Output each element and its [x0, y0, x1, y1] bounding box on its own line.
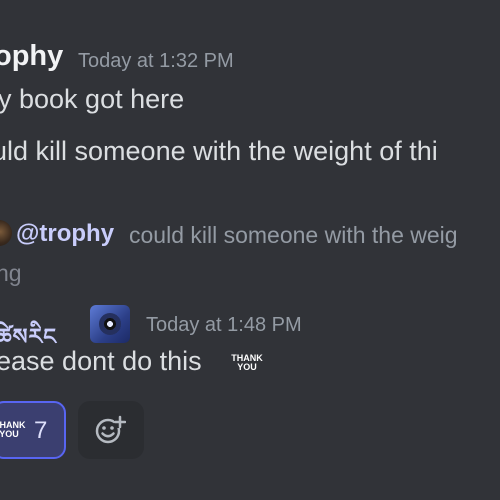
- reaction-button[interactable]: THANKYOU 7: [0, 401, 66, 459]
- message-timestamp: Today at 1:32 PM: [78, 50, 234, 72]
- chat-messages: ophy Today at 1:32 PM y book got here ul…: [0, 0, 500, 500]
- thank-you-emoji-icon: THANKYOU: [0, 420, 26, 439]
- reply-mention[interactable]: @trophy: [16, 220, 114, 248]
- reply-snippet[interactable]: could kill someone with the weig: [129, 222, 458, 249]
- message-text: y book got here: [0, 84, 185, 114]
- message-text: ng: [0, 260, 22, 286]
- message-text: uld kill someone with the weight of thi: [0, 136, 438, 166]
- reply-avatar[interactable]: [0, 220, 12, 246]
- reaction-count: 7: [34, 417, 48, 444]
- message-author[interactable]: ophy: [0, 40, 63, 73]
- add-reaction-button[interactable]: [78, 401, 144, 459]
- thank-you-emoji-icon: THANKYOU: [231, 353, 263, 372]
- disc-icon: [99, 313, 121, 335]
- role-badge-icon: [90, 305, 130, 343]
- message-timestamp: Today at 1:48 PM: [146, 314, 302, 336]
- message-text: ease dont do this: [0, 346, 202, 376]
- add-reaction-icon: [95, 415, 126, 444]
